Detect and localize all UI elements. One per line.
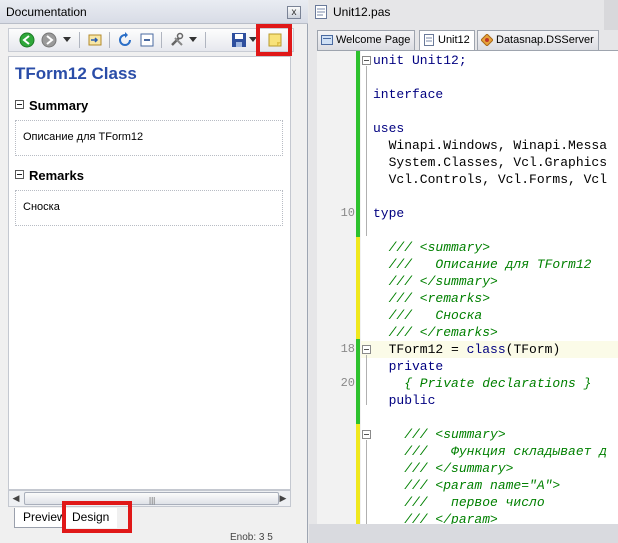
line-number: 18 — [340, 342, 355, 356]
chevron-down-icon[interactable] — [61, 31, 73, 49]
fold-line — [366, 66, 367, 236]
saved-change-bar — [356, 51, 360, 237]
code-line: TForm12 = class(TForm) — [373, 342, 561, 359]
code-line: Winapi.Windows, Winapi.Messa — [373, 138, 608, 153]
code-line: unit Unit12; — [373, 53, 467, 68]
code-editor-window: Unit12.pas Welcome Page Unit12 Datasnap.… — [309, 0, 618, 543]
file-icon — [315, 5, 327, 19]
fold-toggle[interactable] — [362, 345, 371, 354]
documentation-toolbar — [8, 28, 294, 52]
documentation-view-tabs: Preview Design — [8, 508, 291, 530]
tab-welcome-page[interactable]: Welcome Page — [317, 30, 416, 50]
code-line: /// </remarks> — [373, 325, 498, 340]
editor-status-strip — [309, 524, 618, 543]
scroll-right-arrow[interactable]: ▶ — [276, 492, 290, 505]
tools-icon[interactable] — [167, 31, 187, 49]
summary-heading[interactable]: Summary — [15, 98, 88, 113]
tab-unit12-label: Unit12 — [438, 34, 470, 46]
code-line: /// <summary> — [373, 240, 491, 255]
unit-file-icon — [424, 34, 434, 46]
remarks-box: Сноска — [15, 190, 283, 226]
status-fragment: Enob: 3 5 — [230, 532, 273, 543]
documentation-preview: TForm12 Class Summary Описание для TForm… — [8, 56, 291, 490]
refresh-icon[interactable] — [115, 31, 135, 49]
code-line: interface — [373, 87, 444, 102]
summary-text: Описание для TForm12 — [23, 131, 144, 143]
fold-line — [366, 355, 367, 405]
note-button-highlight — [256, 24, 292, 56]
code-line: /// Сноска — [373, 308, 483, 323]
fold-line — [366, 440, 367, 524]
tab-welcome-label: Welcome Page — [336, 34, 411, 46]
line-number: 20 — [340, 376, 355, 390]
code-token: TForm12 = — [373, 342, 467, 357]
documentation-title: Documentation — [6, 5, 87, 19]
code-line: /// </summary> — [373, 274, 498, 289]
close-panel-button[interactable]: x — [287, 6, 301, 19]
toolbar-separator — [79, 32, 80, 48]
code-line: System.Classes, Vcl.Graphics — [373, 155, 608, 170]
code-editor[interactable]: 10 18 20 unit Unit12; interface uses Win… — [317, 50, 618, 524]
collapse-icon[interactable] — [15, 170, 24, 179]
save-icon[interactable] — [229, 31, 249, 49]
editor-titlebar: Unit12.pas — [309, 0, 618, 30]
window-controls[interactable] — [604, 0, 618, 30]
code-line: uses — [373, 121, 405, 136]
editor-title: Unit12.pas — [333, 5, 391, 19]
tab-datasnap-dsserver[interactable]: Datasnap.DSServer — [477, 30, 599, 50]
code-keyword: class — [466, 342, 506, 357]
collapse-all-icon[interactable] — [137, 31, 157, 49]
remarks-text: Сноска — [23, 201, 60, 213]
documentation-titlebar: Documentation x — [0, 0, 308, 24]
editor-gutter: 10 18 20 — [317, 51, 361, 524]
import-icon[interactable] — [85, 31, 105, 49]
design-tab-highlight — [62, 501, 132, 533]
fold-toggle[interactable] — [362, 430, 371, 439]
code-line: /// <param name="A"> — [373, 478, 561, 493]
code-line: /// </summary> — [373, 461, 514, 476]
code-line: type — [373, 206, 405, 221]
code-line: /// </param> — [373, 512, 498, 524]
code-line: Vcl.Controls, Vcl.Forms, Vcl — [373, 172, 608, 187]
editor-tab-strip: Welcome Page Unit12 Datasnap.DSServer — [317, 30, 618, 50]
toolbar-separator — [161, 32, 162, 48]
code-line: /// Описание для TForm12 — [373, 257, 592, 272]
line-number: 10 — [340, 206, 355, 220]
modified-change-bar — [356, 237, 360, 339]
code-token: (TForm) — [505, 342, 561, 357]
collapse-icon[interactable] — [15, 100, 24, 109]
chevron-down-icon[interactable] — [187, 31, 199, 49]
code-line: private — [373, 359, 444, 374]
tab-unit12[interactable]: Unit12 — [419, 30, 475, 50]
remarks-heading-label: Remarks — [29, 168, 84, 183]
fold-toggle[interactable] — [362, 56, 371, 65]
scroll-left-arrow[interactable]: ◀ — [9, 492, 23, 505]
modified-change-bar — [356, 424, 360, 524]
code-line: /// <remarks> — [373, 291, 491, 306]
welcome-icon — [321, 35, 333, 45]
toolbar-separator — [109, 32, 110, 48]
back-icon[interactable] — [17, 31, 37, 49]
toolbar-separator — [205, 32, 206, 48]
forward-icon[interactable] — [39, 31, 59, 49]
summary-heading-label: Summary — [29, 98, 89, 113]
tab-datasnap-label: Datasnap.DSServer — [496, 34, 594, 46]
ide-screen: Documentation x TForm12 Class Summary Оп… — [0, 0, 618, 543]
code-line: { Private declarations } — [373, 376, 592, 391]
remarks-heading[interactable]: Remarks — [15, 168, 84, 183]
documentation-panel: Documentation x TForm12 Class Summary Оп… — [0, 0, 308, 543]
datasnap-icon — [481, 34, 493, 46]
code-line: /// <summary> — [373, 427, 506, 442]
saved-change-bar — [356, 339, 360, 424]
code-line: /// Функция складывает д — [373, 444, 608, 459]
code-line: public — [373, 393, 436, 408]
scroll-grip: ||| — [149, 496, 156, 505]
class-title: TForm12 Class — [15, 64, 137, 83]
horizontal-scrollbar[interactable]: ◀ ||| ▶ — [8, 490, 291, 507]
code-line: /// первое число — [373, 495, 545, 510]
summary-box: Описание для TForm12 — [15, 120, 283, 156]
